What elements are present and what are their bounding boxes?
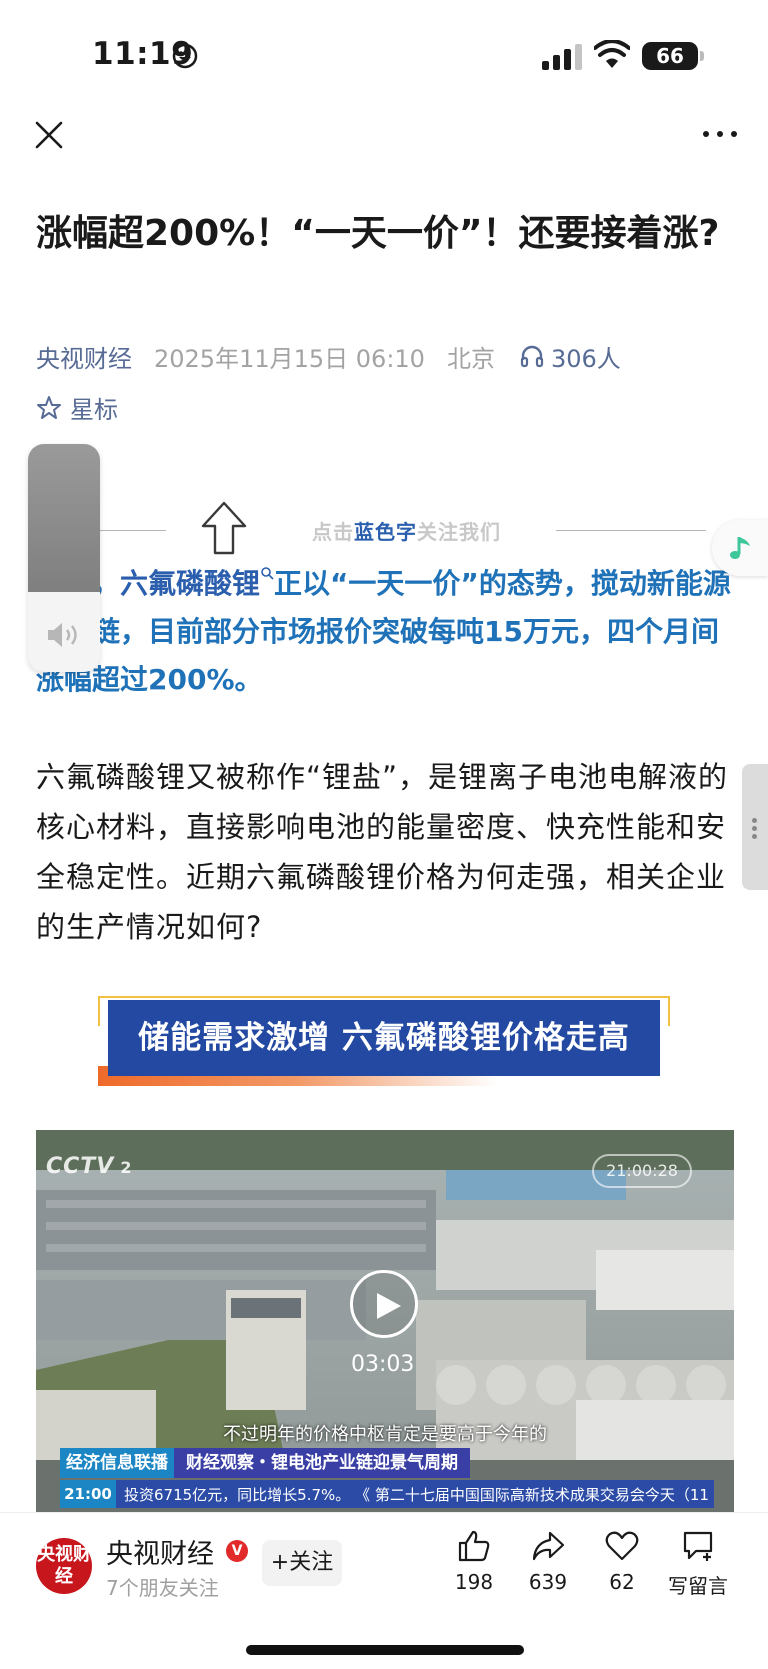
listener-count: 306人 bbox=[550, 344, 621, 373]
program-name: 经济信息联播 bbox=[60, 1448, 174, 1478]
search-icon[interactable] bbox=[260, 566, 274, 580]
news-ticker: 21:00 投资6715亿元，同比增长5.7%。 《 第二十七届中国国际高新技术… bbox=[60, 1480, 714, 1508]
play-button[interactable] bbox=[350, 1270, 418, 1338]
handle-dot bbox=[752, 834, 757, 839]
play-icon bbox=[377, 1293, 401, 1319]
lead-paragraph: 近期，六氟磷酸锂正以“一天一价”的态势，搅动新能源产业链，目前部分市场报价突破每… bbox=[36, 560, 736, 704]
video-duration: 03:03 bbox=[351, 1352, 415, 1377]
handle-dot bbox=[752, 826, 757, 831]
volume-track bbox=[28, 444, 100, 592]
star-label: 星标 bbox=[70, 396, 118, 424]
verified-badge: V bbox=[226, 1540, 248, 1562]
share-count: 639 bbox=[528, 1570, 568, 1594]
ticker-text: 投资6715亿元，同比增长5.7%。 《 第二十七届中国国际高新技术成果交易会今… bbox=[124, 1485, 709, 1504]
up-arrow-icon bbox=[201, 501, 247, 555]
listen-button[interactable]: 306人 bbox=[519, 339, 621, 374]
avatar[interactable]: 央视财经 bbox=[36, 1538, 92, 1594]
music-tab[interactable] bbox=[712, 520, 768, 576]
handle-dot bbox=[752, 818, 757, 823]
banner-prefix: 点击 bbox=[312, 520, 354, 544]
publish-date: 2025年11月15日 06:10 bbox=[154, 344, 425, 373]
close-icon[interactable] bbox=[34, 120, 64, 150]
channel-logo-text: CCTV bbox=[46, 1154, 115, 1179]
music-note-icon bbox=[730, 537, 750, 559]
more-icon[interactable] bbox=[700, 124, 740, 144]
status-bar: 11:19 66 bbox=[0, 0, 768, 110]
source-link[interactable]: 央视财经 bbox=[36, 339, 132, 374]
headphones-icon bbox=[520, 345, 544, 368]
star-icon bbox=[37, 395, 61, 419]
signal-icon bbox=[542, 44, 582, 70]
star-button[interactable]: 星标 bbox=[36, 390, 118, 425]
account-name[interactable]: 央视财经 bbox=[106, 1532, 214, 1571]
publish-location: 北京 bbox=[446, 344, 495, 373]
thumbs-up-icon bbox=[458, 1530, 490, 1562]
share-icon bbox=[532, 1531, 565, 1561]
program-banner: 经济信息联播 财经观察・锂电池产业链迎景气周期 bbox=[60, 1448, 470, 1478]
article-title: 涨幅超200%！“一天一价”！还要接着涨? bbox=[36, 213, 720, 254]
home-indicator[interactable] bbox=[246, 1645, 524, 1655]
keyword-link[interactable]: 六氟磷酸锂 bbox=[120, 567, 260, 600]
banner-divider-right bbox=[556, 530, 706, 531]
follow-button[interactable]: +关注 bbox=[262, 1540, 342, 1586]
like-button[interactable]: 198 bbox=[434, 1528, 514, 1594]
smiley-icon bbox=[172, 43, 198, 69]
banner-suffix: 关注我们 bbox=[417, 520, 501, 544]
ticker-time: 21:00 bbox=[60, 1480, 116, 1508]
battery-indicator: 66 bbox=[642, 42, 698, 70]
channel-number: 2 bbox=[120, 1158, 133, 1177]
article-meta: 央视财经 2025年11月15日 06:10 北京 306人 bbox=[36, 336, 621, 376]
video-subtitle: 不过明年的价格中枢肯定是要高于今年的 bbox=[223, 1424, 547, 1445]
favorite-count: 62 bbox=[609, 1570, 635, 1594]
volume-icon bbox=[48, 623, 77, 647]
segment-title: 财经观察・锂电池产业链迎景气周期 bbox=[174, 1448, 470, 1478]
heart-icon bbox=[605, 1531, 639, 1561]
comment-button[interactable]: 写留言 bbox=[658, 1528, 738, 1599]
body-paragraph: 六氟磷酸锂又被称作“锂盐”，是锂离子电池电解液的核心材料，直接影响电池的能量密度… bbox=[36, 760, 729, 944]
side-drawer-handle[interactable] bbox=[742, 764, 768, 890]
section-header: 储能需求激增 六氟磷酸锂价格走高 bbox=[108, 1000, 660, 1076]
follow-banner[interactable]: 点击蓝色字关注我们 bbox=[312, 516, 501, 545]
volume-slider[interactable] bbox=[28, 444, 100, 672]
banner-divider-left bbox=[96, 530, 166, 531]
share-button[interactable]: 639 bbox=[508, 1528, 588, 1594]
comment-icon bbox=[683, 1531, 713, 1561]
battery-cap bbox=[700, 51, 704, 61]
wifi-icon bbox=[594, 40, 630, 68]
like-count: 198 bbox=[454, 1570, 494, 1594]
favorite-button[interactable]: 62 bbox=[582, 1528, 662, 1594]
channel-logo: CCTV 2 bbox=[46, 1154, 132, 1179]
comment-label: 写留言 bbox=[668, 1574, 728, 1598]
video-clock: 21:00:28 bbox=[592, 1154, 692, 1188]
banner-highlight: 蓝色字 bbox=[354, 520, 417, 544]
friends-following: 7个朋友关注 bbox=[106, 1576, 219, 1600]
